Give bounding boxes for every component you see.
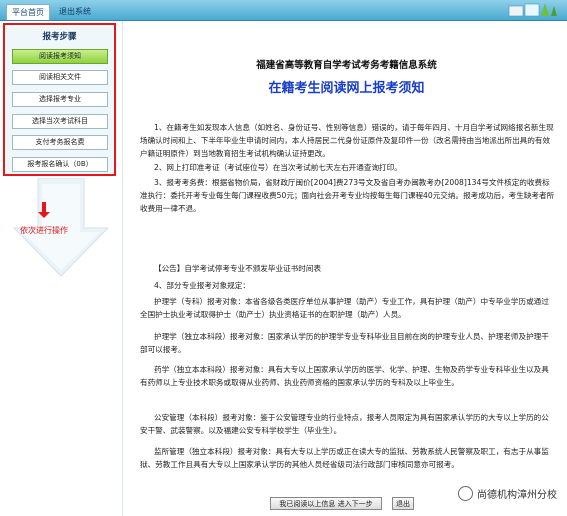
notice-pharmacy: 药学（独立本本科段）报考对象：具有大专以上国家承认学历的医学、化学、护理、生物及… [140, 365, 549, 387]
next-step-button[interactable]: 我已阅读以上信息 进入下一步 [270, 497, 382, 510]
system-title: 福建省高等教育自学考试考务考籍信息系统 [256, 60, 437, 71]
watermark: 尚德机构漳州分校 [458, 486, 557, 501]
instruction-label: 依次进行操作 [20, 226, 68, 235]
exit-button[interactable]: 退出 [392, 497, 414, 510]
books-decoration-icon [508, 3, 557, 17]
notice-public-security: 公安管理（本科段）报考对象：鉴于公安管理专业的行业特点，报考人员限定为具有国家承… [140, 413, 549, 435]
notice-prison-management: 监所管理（独立本科段）报考对象：具有大专以上学历或正在读大专的监狱、劳教系统人民… [140, 447, 549, 469]
tab-home[interactable]: 平台首页 [6, 4, 50, 20]
tab-logout[interactable]: 退出系统 [54, 4, 96, 19]
notice-paragraph-3: 3、报考考务费：根据省物价局，省财政厅闽价[2004]费273号文及省自考办闽教… [140, 178, 555, 213]
steps-highlight-box [3, 23, 116, 176]
top-nav-bar: 平台首页 退出系统 [0, 0, 567, 21]
notice-paragraph-4: 4、部分专业报考对象规定： [154, 281, 250, 290]
announcement-link[interactable]: 【公告】自学考试停考专业不颁发毕业证书时间表 [154, 262, 554, 275]
notice-paragraph-2: 2、网上打印准考证（考试座位号）在当次考试前七天左右开通查询打印。 [154, 163, 402, 172]
main-content: 福建省高等教育自学考试考务考籍信息系统 在籍考生阅读网上报考须知 1、在籍考生如… [126, 21, 567, 516]
page-title: 在籍考生阅读网上报考须知 [268, 81, 425, 96]
notice-paragraph-1: 1、在籍考生如发现本人信息（如姓名、身份证号、性别等信息）错误的，请于每年四月、… [140, 123, 554, 158]
notice-nursing-college: 护理学（专科）报考对象：本省各级各类医疗单位从事护理（助产）专业工作，具有护理（… [140, 297, 549, 319]
notice-nursing-undergrad: 护理学（独立本科段）报考对象：国家承认学历的护理学专业专科毕业且目前在岗的护理专… [140, 332, 549, 354]
wechat-logo-icon [458, 486, 473, 501]
watermark-text: 尚德机构漳州分校 [477, 490, 557, 501]
